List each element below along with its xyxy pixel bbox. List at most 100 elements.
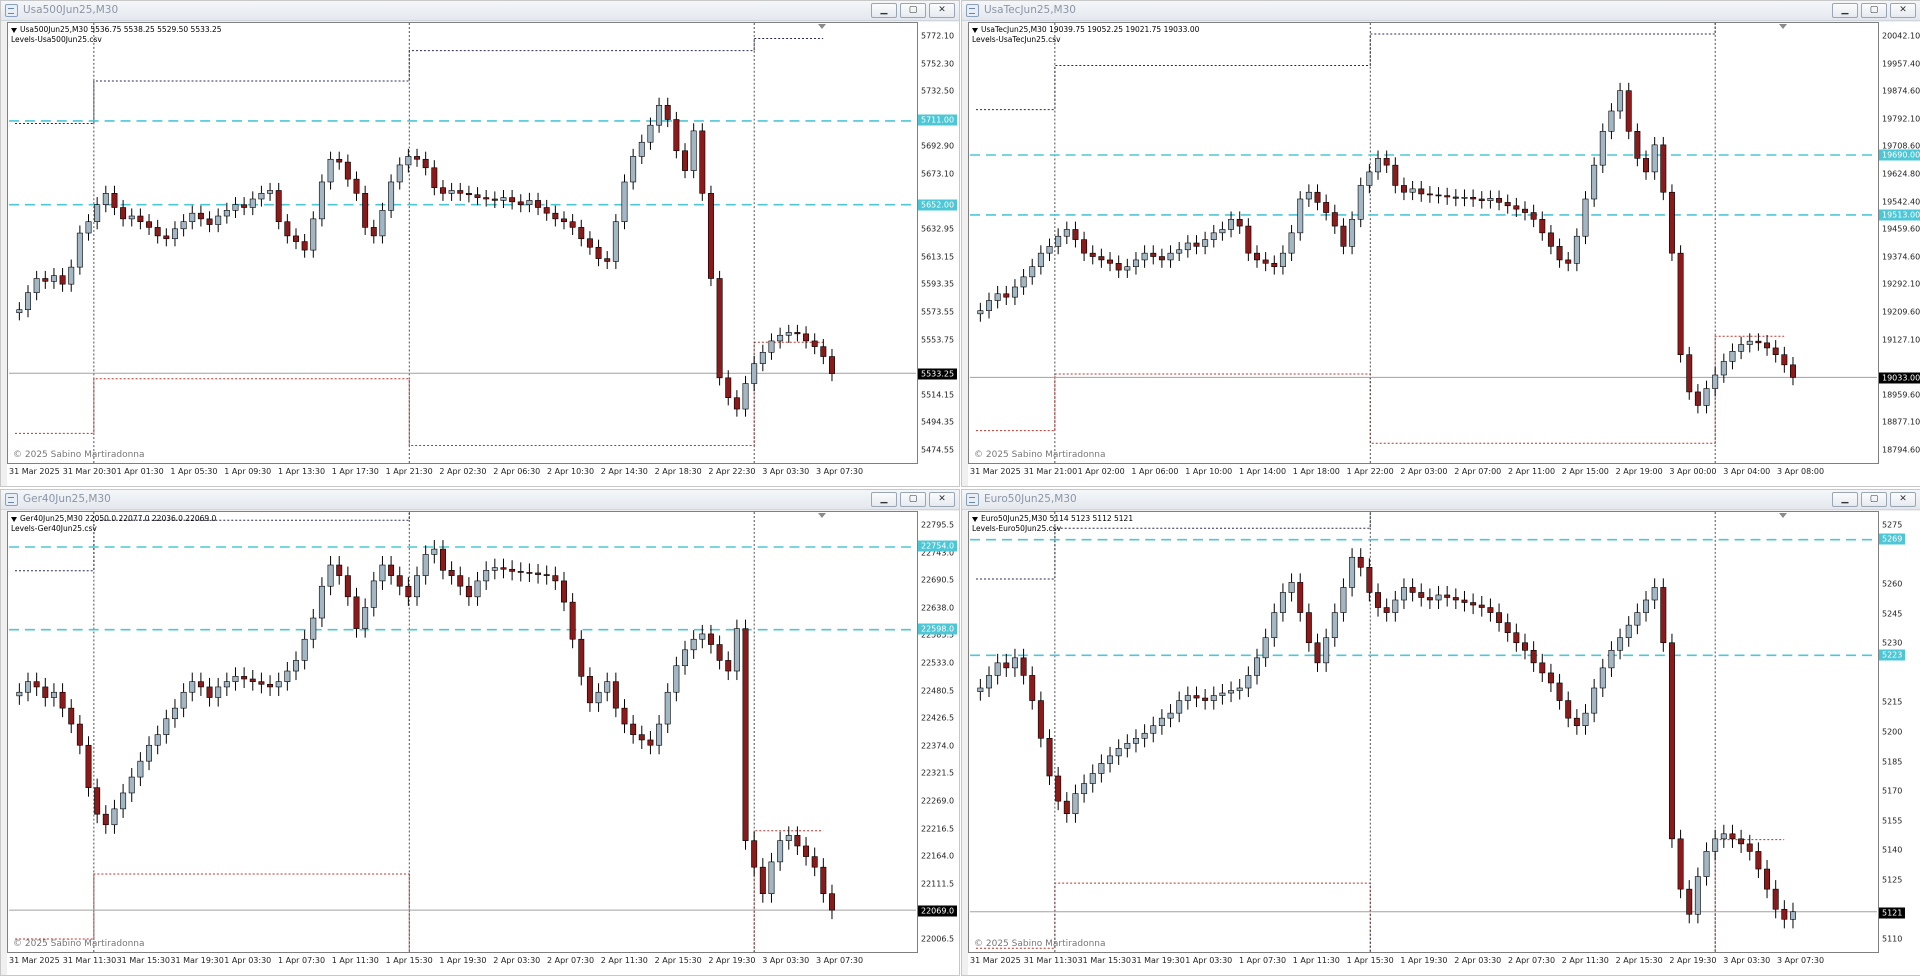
bullish-candle xyxy=(1288,582,1295,593)
bullish-candle xyxy=(638,141,645,157)
time-axis[interactable]: 31 Mar 2025 31 Mar 21:00 1 Apr 02:00 1 Apr … xyxy=(968,464,1920,486)
window-titlebar[interactable]: Ger40Jun25,M30 ▁ ▢ ✕ xyxy=(1,490,959,510)
candlestick-chart[interactable] xyxy=(8,23,917,463)
minimize-button[interactable]: ▁ xyxy=(1832,3,1858,18)
price-axis-label: 5215 xyxy=(1882,697,1903,707)
bearish-candle xyxy=(1003,662,1010,669)
bearish-candle xyxy=(197,212,204,220)
collapse-triangle-icon[interactable] xyxy=(972,27,978,33)
chart-shift-marker[interactable] xyxy=(1779,24,1787,29)
bearish-candle xyxy=(1020,657,1027,676)
maximize-button[interactable]: ▢ xyxy=(1861,492,1887,507)
price-axis[interactable]: 22795.5 22743.0 22690.5 22638.0 22585.5 22533… xyxy=(918,511,959,953)
bullish-candle xyxy=(1435,594,1442,601)
bullish-candle xyxy=(1271,612,1278,639)
time-axis[interactable]: 31 Mar 2025 31 Mar 20:30 1 Apr 01:30 1 Apr … xyxy=(7,464,959,486)
chart-window[interactable]: Ger40Jun25,M30 ▁ ▢ ✕ Ger40Jun25,M30 22050.0 … xyxy=(0,489,960,976)
chart-shift-marker[interactable] xyxy=(818,24,826,29)
time-axis[interactable]: 31 Mar 2025 31 Mar 11:30 31 Mar 15:30 31 Ma… xyxy=(7,953,959,975)
bearish-candle xyxy=(1781,354,1788,366)
close-button[interactable]: ✕ xyxy=(929,3,955,18)
bullish-candle xyxy=(977,687,984,692)
bearish-candle xyxy=(561,580,567,603)
chart-plot-area[interactable]: Ger40Jun25,M30 22050.0 22077.0 22036.0 2… xyxy=(7,511,918,953)
window-titlebar[interactable]: Euro50Jun25,M30 ▁ ▢ ✕ xyxy=(962,490,1920,510)
bearish-candle xyxy=(535,200,542,208)
chart-window[interactable]: UsaTecJun25,M30 ▁ ▢ ✕ UsaTecJun25,M30 19039.… xyxy=(961,0,1920,487)
bullish-candle xyxy=(1617,90,1624,112)
time-axis[interactable]: 31 Mar 2025 31 Mar 11:30 31 Mar 15:30 31 Ma… xyxy=(968,953,1920,975)
bearish-candle xyxy=(811,856,818,868)
bullish-candle xyxy=(215,215,222,225)
bearish-candle xyxy=(206,686,213,698)
chart-shift-marker[interactable] xyxy=(818,513,826,518)
chart-plot-area[interactable]: UsaTecJun25,M30 19039.75 19052.25 19021.… xyxy=(968,22,1879,464)
bearish-candle xyxy=(803,845,810,857)
bullish-candle xyxy=(1738,344,1745,352)
chart-window[interactable]: Euro50Jun25,M30 ▁ ▢ ✕ Euro50Jun25,M30 5114 5… xyxy=(961,489,1920,976)
bullish-candle xyxy=(1599,131,1606,166)
level-price-tag: 5711.00 xyxy=(918,114,958,126)
bullish-candle xyxy=(1176,249,1183,254)
chart-info-overlay: Ger40Jun25,M30 22050.0 22077.0 22036.0 2… xyxy=(11,514,216,534)
bearish-candle xyxy=(543,207,550,214)
time-axis-label: 1 Apr 13:30 xyxy=(278,467,326,476)
bearish-candle xyxy=(491,198,498,201)
price-axis[interactable]: 5275 5260 5245 5230 5215 5200 5185 5170 5155 5140… xyxy=(1879,511,1920,953)
time-axis-label: 3 Apr 00:00 xyxy=(1669,467,1717,476)
chart-plot-area[interactable]: Usa500Jun25,M30 5536.75 5538.25 5529.50 … xyxy=(7,22,918,464)
bearish-candle xyxy=(102,813,109,826)
bearish-candle xyxy=(1383,607,1390,613)
chart-window[interactable]: Usa500Jun25,M30 ▁ ▢ ✕ Usa500Jun25,M30 5536.7… xyxy=(0,0,960,487)
bullish-candle xyxy=(379,210,386,237)
lower-level-band xyxy=(15,830,824,952)
candlestick-chart[interactable] xyxy=(8,512,917,952)
price-axis-label: 5185 xyxy=(1882,757,1903,767)
level-price-tag: 5269 xyxy=(1879,533,1906,545)
maximize-button[interactable]: ▢ xyxy=(1861,3,1887,18)
bullish-candle xyxy=(154,734,161,746)
bullish-candle xyxy=(1202,239,1209,247)
minimize-button[interactable]: ▁ xyxy=(871,3,897,18)
bearish-candle xyxy=(1496,198,1503,203)
lower-level-band xyxy=(976,335,1785,444)
minimize-button[interactable]: ▁ xyxy=(1832,492,1858,507)
bullish-candle xyxy=(1046,246,1053,254)
bearish-candle xyxy=(344,161,351,180)
window-titlebar[interactable]: UsaTecJun25,M30 ▁ ▢ ✕ xyxy=(962,1,1920,21)
bullish-candle xyxy=(1625,624,1632,639)
chart-shift-marker[interactable] xyxy=(1779,513,1787,518)
bearish-candle xyxy=(1081,239,1088,254)
symbol-ohlc-line: Usa500Jun25,M30 5536.75 5538.25 5529.50 … xyxy=(11,25,222,35)
price-axis-label: 5110 xyxy=(1882,934,1903,944)
chart-plot-area[interactable]: Euro50Jun25,M30 5114 5123 5112 5121 Level… xyxy=(968,511,1879,953)
candlestick-chart[interactable] xyxy=(969,512,1878,952)
candlestick-chart[interactable] xyxy=(969,23,1878,463)
bullish-candle xyxy=(68,266,75,285)
bullish-candle xyxy=(500,197,507,201)
maximize-button[interactable]: ▢ xyxy=(900,492,926,507)
bullish-candle xyxy=(768,861,775,894)
chart-info-overlay: Usa500Jun25,M30 5536.75 5538.25 5529.50 … xyxy=(11,25,222,45)
window-title: Ger40Jun25,M30 xyxy=(23,493,111,505)
bullish-candle xyxy=(1055,235,1062,247)
close-button[interactable]: ✕ xyxy=(1890,492,1916,507)
price-axis[interactable]: 20042.10 19957.40 19874.60 19792.10 19708.60… xyxy=(1879,22,1920,464)
bullish-candle xyxy=(1063,229,1070,237)
close-button[interactable]: ✕ xyxy=(1890,3,1916,18)
close-button[interactable]: ✕ xyxy=(929,492,955,507)
bullish-candle xyxy=(1115,748,1122,757)
window-titlebar[interactable]: Usa500Jun25,M30 ▁ ▢ ✕ xyxy=(1,1,959,21)
price-axis[interactable]: 5772.105752.305732.505712.705692.905673.… xyxy=(918,22,959,464)
bearish-candle xyxy=(1504,622,1511,633)
collapse-triangle-icon[interactable] xyxy=(11,27,17,33)
collapse-triangle-icon[interactable] xyxy=(11,516,17,522)
bullish-candle xyxy=(474,580,481,598)
collapse-triangle-icon[interactable] xyxy=(972,516,978,522)
minimize-button[interactable]: ▁ xyxy=(871,492,897,507)
maximize-button[interactable]: ▢ xyxy=(900,3,926,18)
bearish-candle xyxy=(1668,642,1675,840)
time-axis-label: 1 Apr 21:30 xyxy=(385,467,433,476)
bearish-candle xyxy=(206,218,213,225)
price-axis-label: 19459.60 xyxy=(1882,224,1920,234)
